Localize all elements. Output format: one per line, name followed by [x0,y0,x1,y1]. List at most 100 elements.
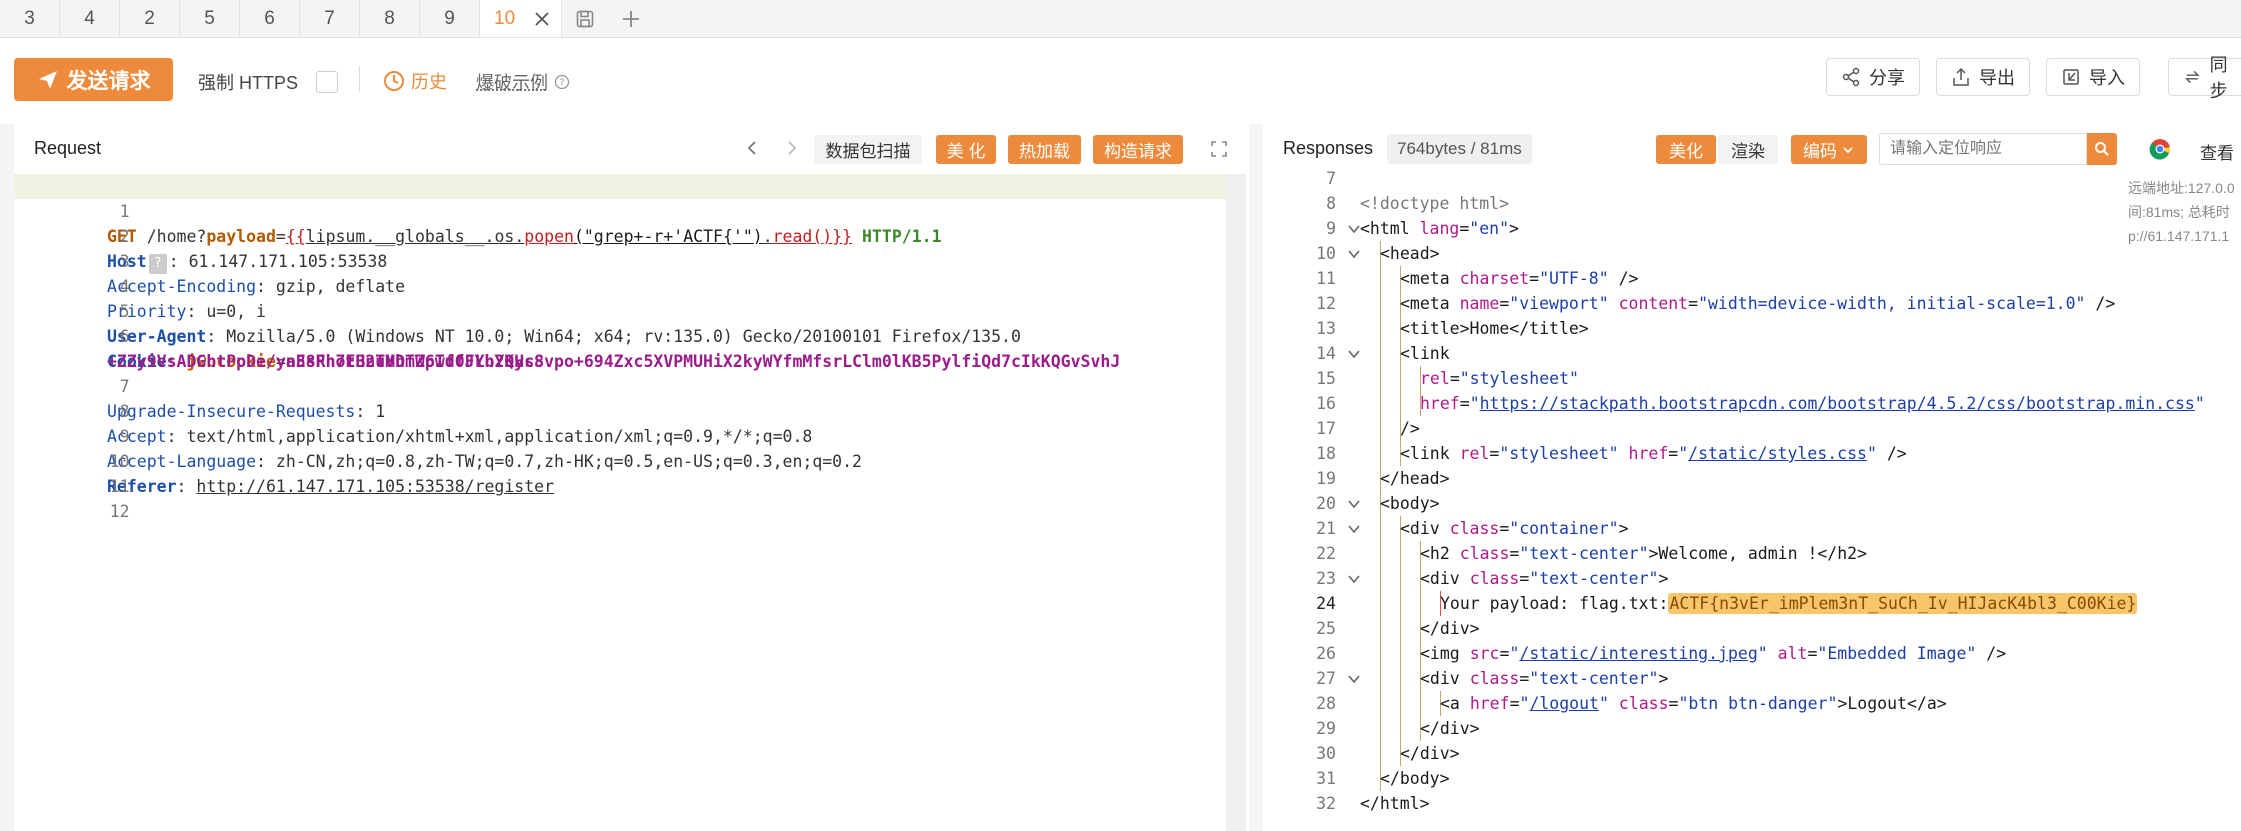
code-token: "text-center" [1529,669,1658,688]
indent-guide [1400,691,1401,716]
request-line-5: 5 User-Agent: Mozilla/5.0 (Windows NT 10… [14,274,1249,299]
fold-chevron-icon[interactable] [1347,572,1361,586]
code-token [1768,644,1778,663]
request-line-1: 1 GET /home?payload={{lipsum.__globals__… [14,174,1226,199]
send-request-button[interactable]: 发送请求 [14,58,173,101]
response-line: 18 <link rel="stylesheet" href="/static/s… [1263,441,2241,466]
fold-chevron-icon[interactable] [1347,497,1361,511]
render-button[interactable]: 渲染 [1718,135,1778,164]
encoding-dropdown[interactable]: 编码 [1791,135,1867,164]
code-token: Your payload: flag.txt: [1440,594,1668,613]
fold-chevron-icon[interactable] [1347,247,1361,261]
tab-3[interactable]: 3 [0,0,60,37]
code-token: = [1499,519,1509,538]
fold-chevron-icon[interactable] [1347,347,1361,361]
tab-9[interactable]: 9 [420,0,480,37]
examples-link[interactable]: 爆破示例 ? [476,69,570,95]
view-button[interactable]: 查看 [2200,139,2234,164]
code-token: <div [1420,669,1460,688]
response-line: 15 rel="stylesheet" [1263,366,2241,391]
code-token: <div [1400,519,1440,538]
chevron-right-icon[interactable] [782,139,800,157]
packet-scan-label: 数据包扫描 [826,137,911,162]
line-number: 24 [1263,591,1336,616]
tab-2[interactable]: 2 [120,0,180,37]
send-icon [37,69,59,91]
locate-response-input[interactable] [1879,133,2087,165]
construct-request-button[interactable]: 构造请求 [1093,135,1183,164]
request-line-6: 6 Cookie: jwbcookie=aEsRh7EH2TVDmZ6Td0FL… [14,299,1249,324]
code-token: <head> [1380,244,1440,263]
tab-7[interactable]: 7 [300,0,360,37]
search-icon [2094,141,2110,157]
import-button[interactable]: 导入 [2046,58,2140,96]
code-token: "text-center" [1519,544,1648,563]
fullscreen-icon[interactable] [1210,140,1228,158]
code-token: " [1599,694,1609,713]
add-tab-icon[interactable] [608,0,654,37]
line-number: 29 [1263,716,1336,741]
divider [359,66,360,92]
code-token: <meta [1400,294,1450,313]
beautify-response-button[interactable]: 美化 [1656,135,1716,164]
tab-label: 4 [84,8,95,30]
sync-button[interactable]: 同步 [2168,58,2241,96]
indent-guide [1400,666,1401,691]
code-token: </body> [1380,769,1450,788]
response-line: 11 <meta charset="UTF-8" /> [1263,266,2241,291]
code-token [1460,644,1470,663]
tab-6[interactable]: 6 [240,0,300,37]
code-token: /logout [1529,694,1599,713]
code-token: /> [2085,294,2115,313]
code-token: <link [1400,444,1450,463]
code-token: > [1509,219,1519,238]
request-line-7: 7 Upgrade-Insecure-Requests: 1 [14,349,1249,374]
fold-chevron-icon[interactable] [1347,522,1361,536]
code-token: <!doctype html> [1360,194,1509,213]
chrome-icon[interactable] [2149,138,2171,160]
tab-label: 6 [264,8,275,30]
fold-chevron-icon[interactable] [1347,222,1361,236]
send-label: 发送请求 [67,65,151,95]
hot-load-button[interactable]: 热加载 [1008,135,1081,164]
packet-scan-button[interactable]: 数据包扫描 [814,135,922,164]
tab-4[interactable]: 4 [60,0,120,37]
tab-10[interactable]: 10 [480,0,562,37]
response-line: 10 <head> [1263,241,2241,266]
share-icon [1841,67,1861,87]
response-title: Responses [1283,138,1373,159]
export-button[interactable]: 导出 [1936,58,2030,96]
indent-guide [1380,716,1381,741]
code-token: <a [1440,694,1460,713]
indent-guide [1380,641,1381,666]
save-icon[interactable] [562,0,608,37]
construct-request-label: 构造请求 [1104,137,1172,162]
code-token [1450,294,1460,313]
fold-chevron-icon[interactable] [1347,672,1361,686]
tab-8[interactable]: 8 [360,0,420,37]
share-button[interactable]: 分享 [1826,58,1920,96]
request-line-3: 3 Accept-Encoding: gzip, deflate [14,224,1249,249]
response-line: 19 </head> [1263,466,2241,491]
beautify-request-button[interactable]: 美 化 [936,135,996,164]
code-token: rel [1420,369,1450,388]
code-token: > [1658,669,1668,688]
close-icon[interactable] [533,10,551,28]
force-https-toggle[interactable]: 强制 HTTPS [198,69,338,95]
tab-5[interactable]: 5 [180,0,240,37]
request-line-8: 8 Accept: text/html,application/xhtml+xm… [14,374,1249,399]
search-button[interactable] [2087,133,2117,165]
code-token [1450,444,1460,463]
response-line: 27 <div class="text-center"> [1263,666,2241,691]
request-line-6-wrap: +ZZy9VsADGhtPpDe/yn38FhotBnuMhTWpwffJYbY… [14,324,1249,349]
chevron-left-icon[interactable] [744,139,762,157]
code-token: href [1420,394,1460,413]
code-token: <body> [1380,494,1440,513]
code-token: /static/styles.css [1688,444,1867,463]
force-https-checkbox[interactable] [316,71,338,93]
history-button[interactable]: 历史 [383,68,447,94]
indent-guide [1400,566,1401,591]
indent-guide [1400,391,1401,416]
code-token: <meta [1400,269,1450,288]
code-token: >Welcome, admin !</h2> [1649,544,1868,563]
